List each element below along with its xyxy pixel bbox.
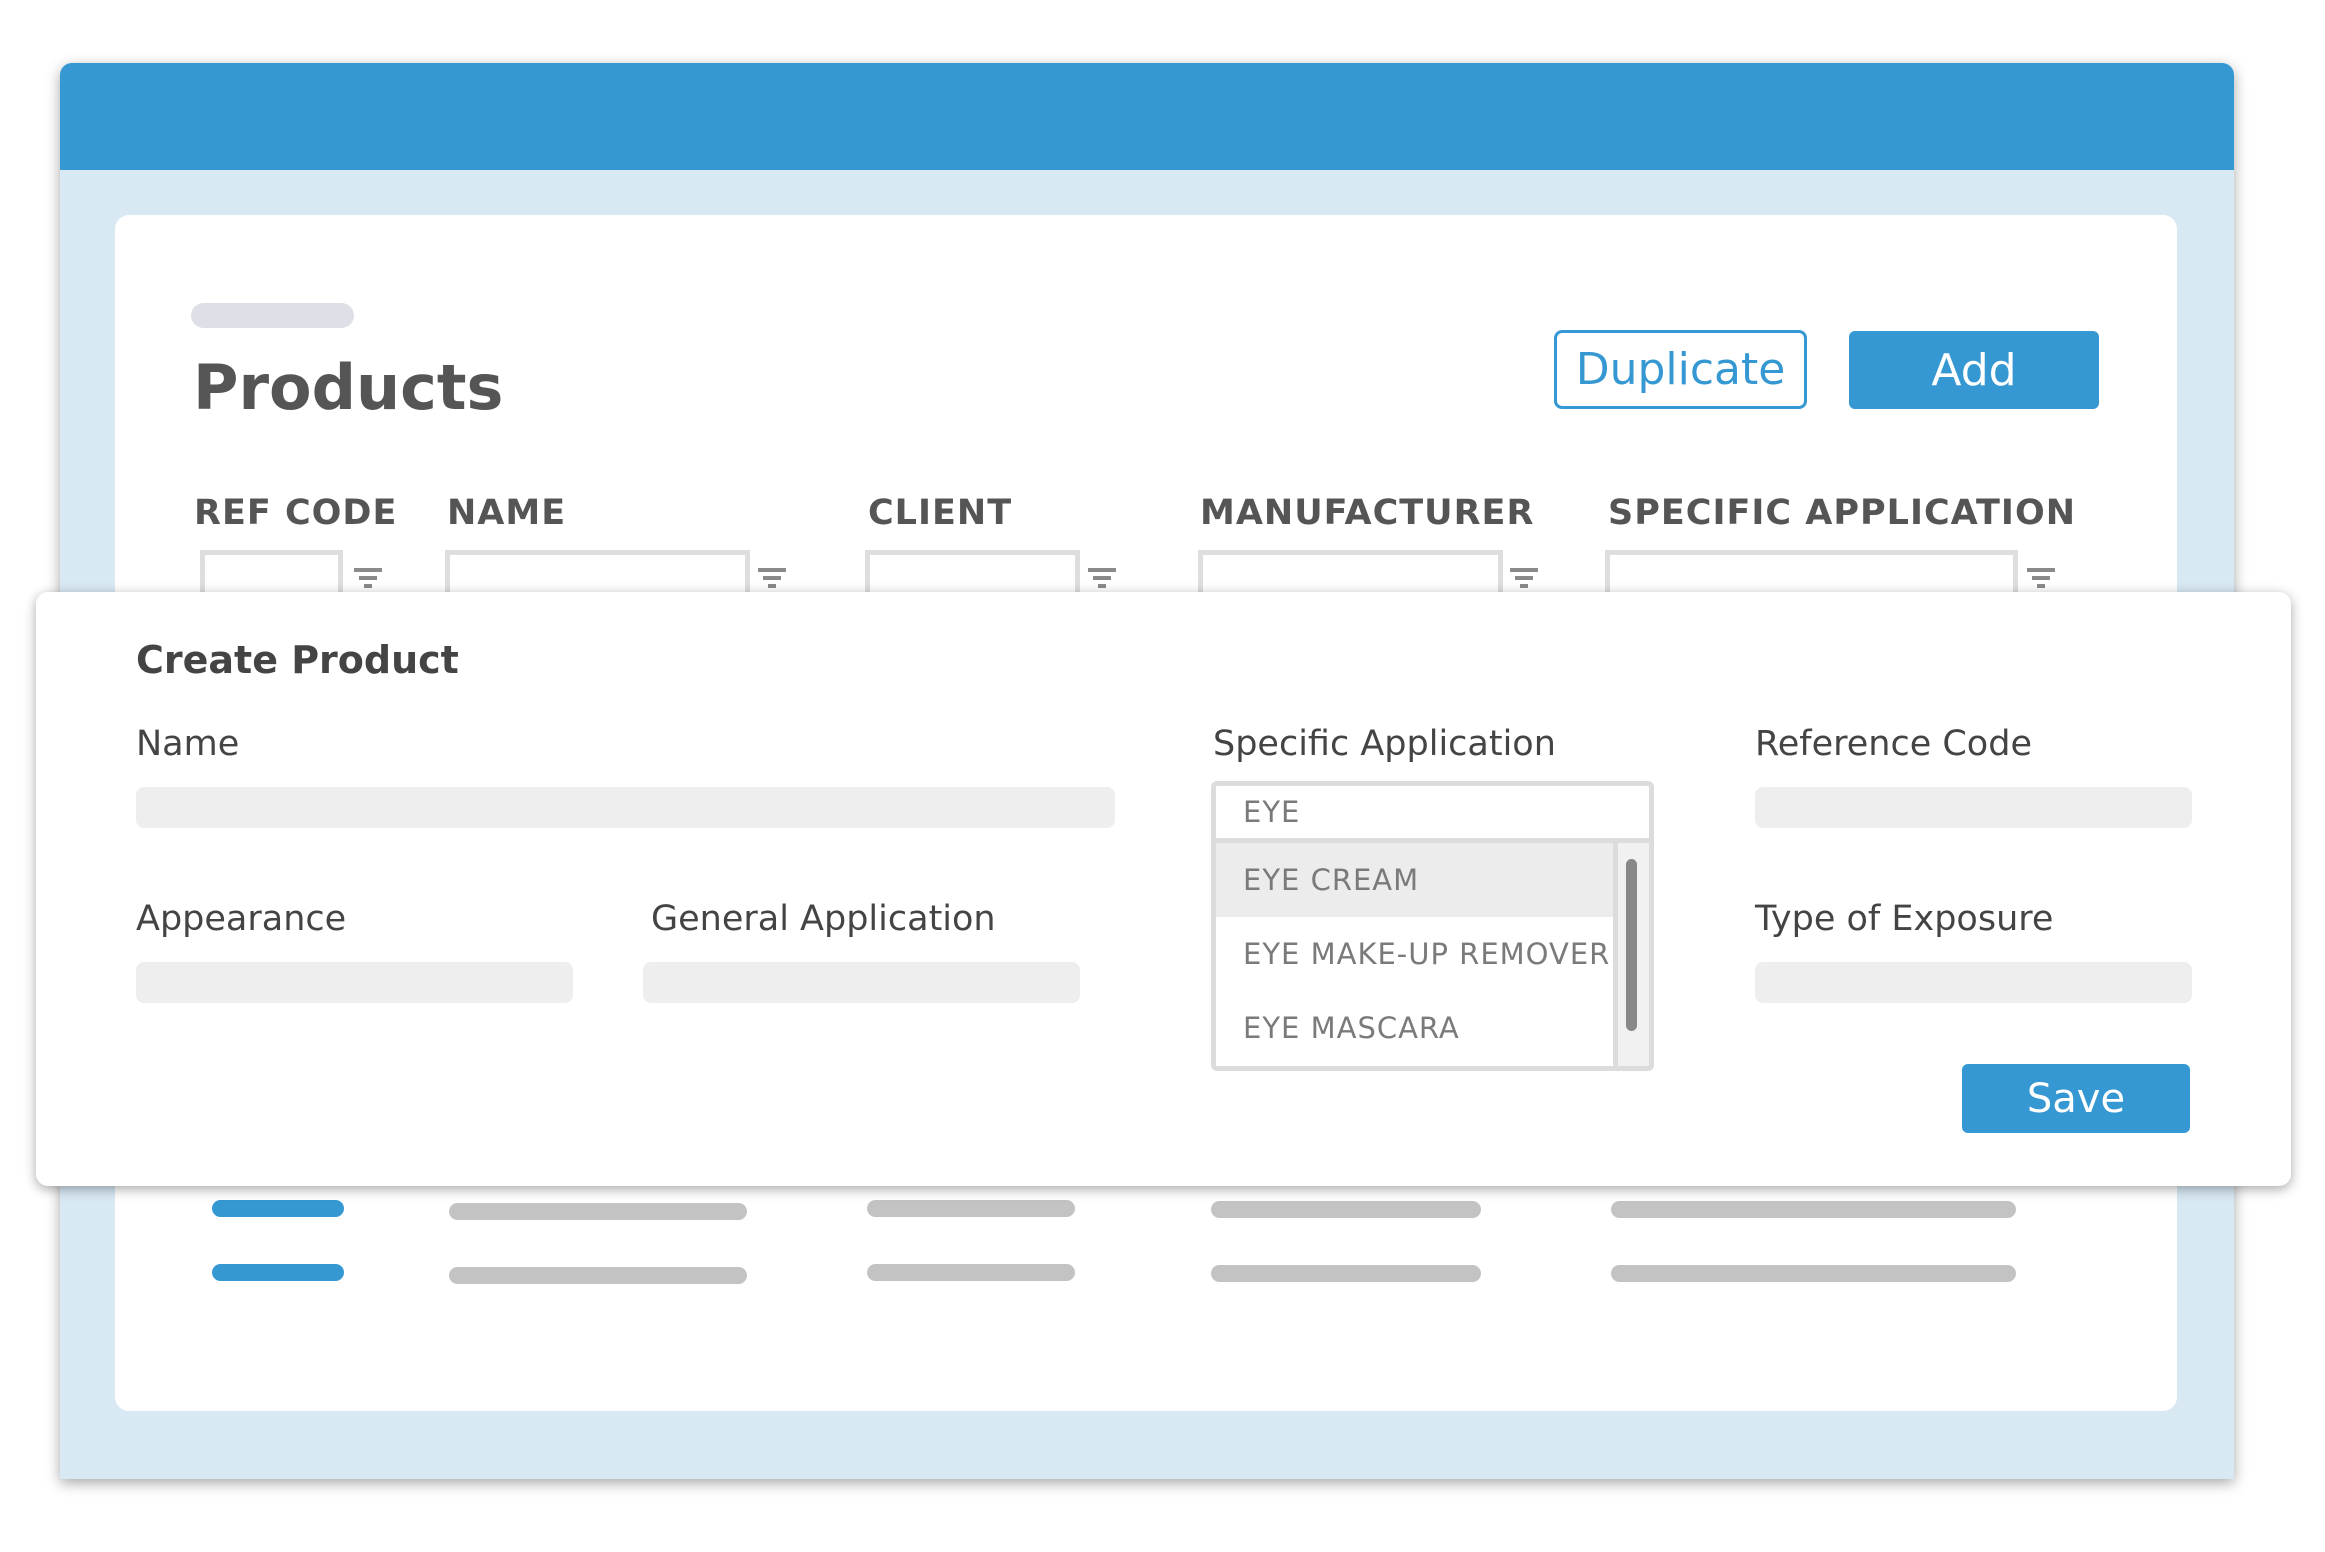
duplicate-button[interactable]: Duplicate (1554, 330, 1807, 409)
save-button[interactable]: Save (1962, 1064, 2190, 1133)
cell-placeholder (449, 1203, 747, 1220)
create-product-dialog: Create Product Name Appearance General A… (36, 592, 2291, 1186)
options-scrollbar[interactable] (1613, 843, 1649, 1066)
type-of-exposure-label: Type of Exposure (1755, 899, 2054, 939)
ref-code-link-placeholder[interactable] (212, 1200, 344, 1217)
cell-placeholder (1211, 1201, 1481, 1218)
filter-icon[interactable] (354, 568, 382, 588)
type-of-exposure-field[interactable] (1755, 962, 2192, 1003)
cell-placeholder (1611, 1201, 2016, 1218)
breadcrumb-placeholder (191, 303, 354, 328)
column-header-manufacturer[interactable]: MANUFACTURER (1200, 493, 1534, 533)
page-title: Products (193, 351, 504, 424)
appearance-field[interactable] (136, 962, 573, 1003)
column-header-specific-application[interactable]: SPECIFIC APPLICATION (1608, 493, 2076, 533)
cell-placeholder (867, 1264, 1075, 1281)
filter-icon[interactable] (2027, 568, 2055, 588)
specific-application-options-list: EYE CREAM EYE MAKE-UP REMOVER EYE MASCAR… (1216, 843, 1616, 1066)
name-field[interactable] (136, 787, 1115, 828)
option-eye-mascara[interactable]: EYE MASCARA (1216, 991, 1616, 1065)
add-button[interactable]: Add (1849, 331, 2099, 409)
scrollbar-thumb[interactable] (1626, 859, 1637, 1031)
specific-application-search-input[interactable]: EYE (1216, 786, 1649, 843)
filter-icon[interactable] (1088, 568, 1116, 588)
cell-placeholder (867, 1200, 1075, 1217)
option-eye-cream[interactable]: EYE CREAM (1216, 843, 1616, 917)
column-header-name[interactable]: NAME (447, 493, 566, 533)
cell-placeholder (1211, 1265, 1481, 1282)
reference-code-field[interactable] (1755, 787, 2192, 828)
option-eye-make-up-remover[interactable]: EYE MAKE-UP REMOVER (1216, 917, 1616, 991)
general-application-label: General Application (651, 899, 996, 939)
reference-code-label: Reference Code (1755, 724, 2032, 764)
filter-icon[interactable] (758, 568, 786, 588)
column-header-ref-code[interactable]: REF CODE (194, 493, 397, 533)
window-title-bar (60, 63, 2234, 170)
general-application-field[interactable] (643, 962, 1080, 1003)
specific-application-combobox[interactable]: EYE EYE CREAM EYE MAKE-UP REMOVER EYE MA… (1211, 781, 1654, 1071)
cell-placeholder (1611, 1265, 2016, 1282)
specific-application-label: Specific Application (1213, 724, 1556, 764)
name-label: Name (136, 724, 240, 764)
appearance-label: Appearance (136, 899, 347, 939)
cell-placeholder (449, 1267, 747, 1284)
dialog-title: Create Product (136, 638, 459, 682)
ref-code-link-placeholder[interactable] (212, 1264, 344, 1281)
column-header-client[interactable]: CLIENT (868, 493, 1012, 533)
filter-icon[interactable] (1510, 568, 1538, 588)
